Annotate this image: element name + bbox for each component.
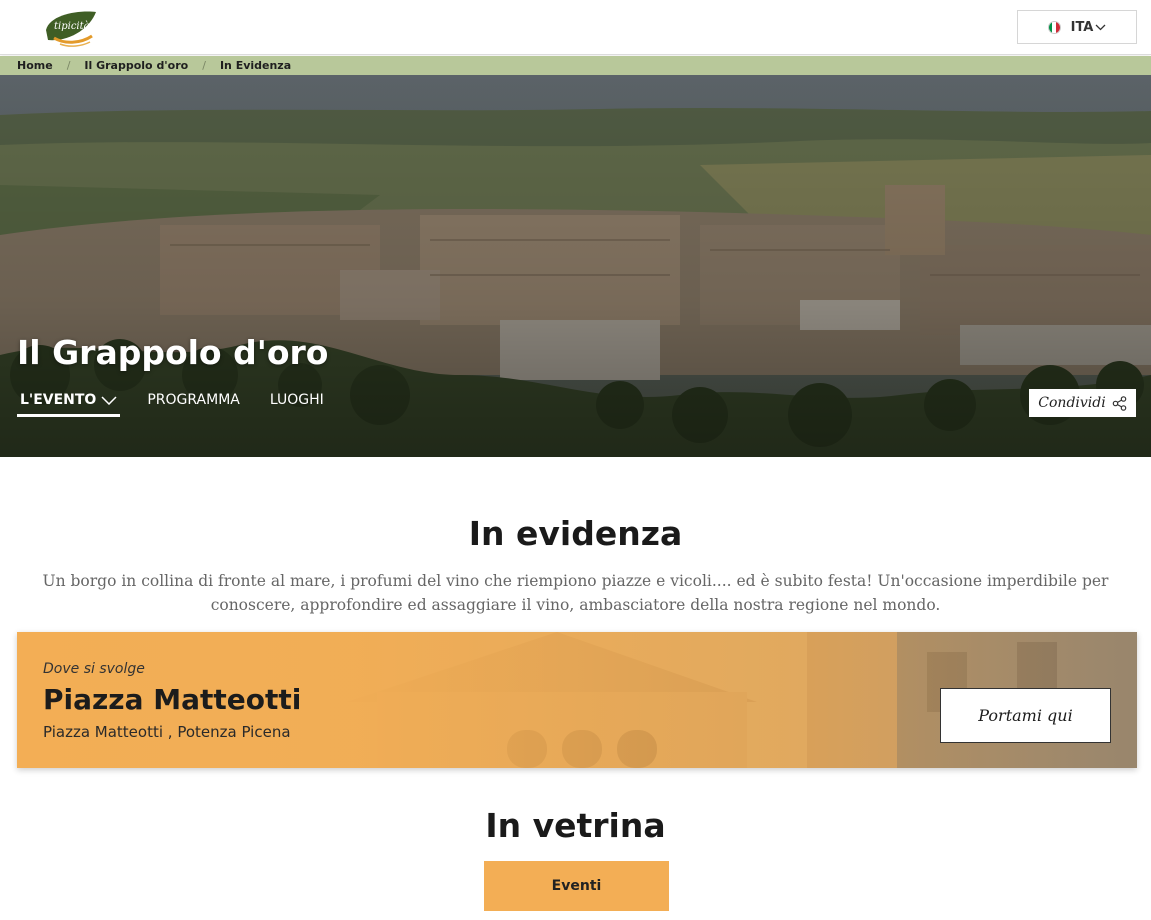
venue-kicker: Dove si svolge bbox=[43, 661, 145, 677]
tab-evento-label: L'EVENTO bbox=[20, 392, 97, 408]
eventi-button[interactable]: Eventi bbox=[484, 861, 669, 911]
venue-name: Piazza Matteotti bbox=[43, 683, 302, 716]
language-selector[interactable]: ITA bbox=[1017, 10, 1137, 44]
breadcrumb-event[interactable]: Il Grappolo d'oro bbox=[84, 59, 188, 72]
italy-flag-icon bbox=[1047, 20, 1061, 34]
breadcrumb-separator: / bbox=[66, 59, 71, 72]
breadcrumb: Home / Il Grappolo d'oro / In Evidenza bbox=[0, 56, 1151, 75]
directions-button[interactable]: Portami qui bbox=[940, 688, 1111, 743]
venue-card: Dove si svolge Piazza Matteotti Piazza M… bbox=[17, 632, 1137, 768]
chevron-down-icon bbox=[101, 395, 117, 405]
logo-text: tipicità bbox=[54, 21, 90, 32]
tab-evento[interactable]: L'EVENTO bbox=[17, 388, 121, 417]
event-description: Un borgo in collina di fronte al mare, i… bbox=[42, 572, 1109, 614]
chevron-down-icon bbox=[1095, 24, 1106, 30]
page-title: Il Grappolo d'oro bbox=[17, 333, 329, 372]
breadcrumb-current: In Evidenza bbox=[219, 59, 292, 72]
section-title-evidenza: In evidenza bbox=[468, 514, 683, 553]
site-header: tipicità ITA bbox=[0, 0, 1151, 55]
event-tabs: L'EVENTO PROGRAMMA LUOGHI bbox=[17, 388, 351, 417]
section-title-vetrina: In vetrina bbox=[485, 806, 666, 845]
language-label: ITA bbox=[1070, 19, 1094, 35]
tab-programma[interactable]: PROGRAMMA bbox=[144, 388, 243, 417]
breadcrumb-separator: / bbox=[202, 59, 206, 72]
share-button[interactable]: Condividi bbox=[1029, 389, 1136, 417]
share-label: Condividi bbox=[1038, 395, 1106, 411]
breadcrumb-home[interactable]: Home bbox=[17, 59, 53, 72]
tab-luoghi[interactable]: LUOGHI bbox=[267, 388, 327, 417]
hero-banner: Il Grappolo d'oro L'EVENTO PROGRAMMA LUO… bbox=[0, 75, 1151, 457]
venue-address: Piazza Matteotti , Potenza Picena bbox=[43, 723, 291, 741]
share-icon bbox=[1112, 395, 1127, 411]
site-logo[interactable]: tipicità bbox=[40, 8, 100, 50]
